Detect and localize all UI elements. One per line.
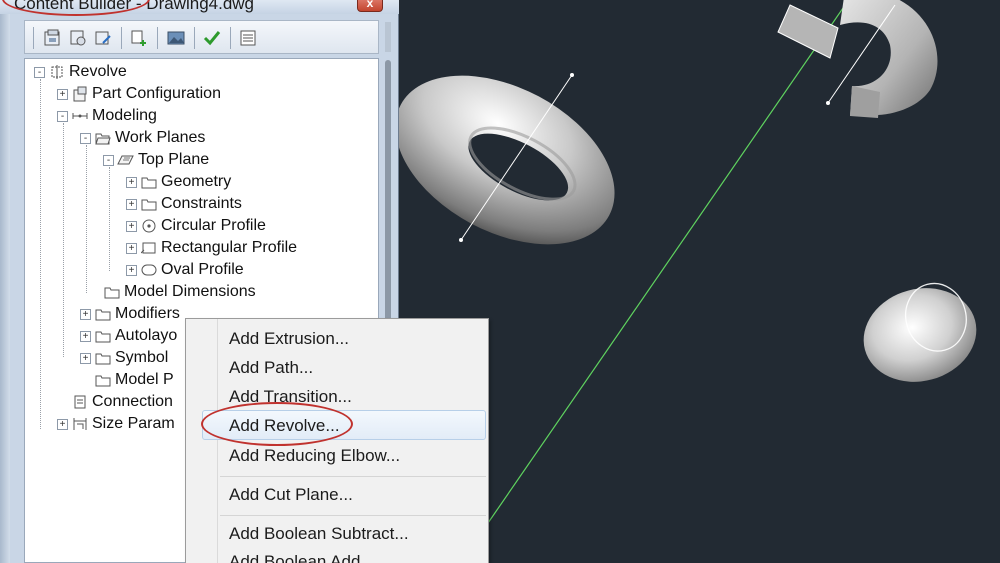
toolbar-separator	[121, 27, 122, 49]
tree-node-oval-profile[interactable]: + Oval Profile	[126, 260, 244, 280]
connection-icon	[71, 394, 89, 410]
folder-icon	[140, 174, 158, 190]
tree-node-geometry[interactable]: + Geometry	[126, 172, 231, 192]
collapse-toggle[interactable]: -	[34, 66, 45, 78]
menu-item-add-reducing-elbow[interactable]: Add Reducing Elbow...	[229, 446, 400, 466]
folder-icon	[94, 306, 112, 322]
rectangular-profile-icon	[140, 240, 158, 256]
expand-toggle[interactable]: +	[126, 176, 137, 188]
folder-icon	[140, 196, 158, 212]
tree-guide	[109, 167, 110, 271]
oval-profile-icon	[140, 262, 158, 278]
tree-node-size-params[interactable]: + Size Param	[57, 414, 175, 434]
tree-guide	[86, 145, 87, 293]
tree-label: Model P	[115, 371, 174, 388]
tree-node-modeling[interactable]: - Modeling	[57, 106, 157, 126]
toolbar	[24, 20, 379, 54]
tree-node-constraints[interactable]: + Constraints	[126, 194, 242, 214]
open-folder-icon	[94, 130, 112, 146]
folder-icon	[103, 284, 121, 300]
title-bar[interactable]: Content Builder - Drawing4.dwg x	[0, 0, 399, 16]
tree-label: Revolve	[69, 63, 127, 80]
tree-label: Symbol	[115, 349, 169, 366]
tree-label: Rectangular Profile	[161, 239, 298, 256]
add-icon[interactable]	[128, 27, 150, 49]
tree-node-modifiers[interactable]: + Modifiers	[80, 304, 180, 324]
part-properties-icon[interactable]	[42, 27, 64, 49]
image-icon[interactable]	[165, 27, 187, 49]
toolbar-separator	[157, 27, 158, 49]
expand-toggle[interactable]: +	[80, 352, 91, 364]
tree-node-top-plane[interactable]: - Top Plane	[103, 150, 209, 170]
tree-label: Geometry	[161, 173, 232, 190]
guide-line	[487, 0, 850, 524]
tree-node-rectangular-profile[interactable]: + Rectangular Profile	[126, 238, 297, 258]
tree-label: Circular Profile	[161, 217, 266, 234]
expand-toggle[interactable]: +	[57, 418, 68, 430]
modeling-icon	[71, 108, 89, 124]
toolbar-separator	[33, 27, 34, 49]
torus-model	[395, 75, 615, 245]
annotation-circle-revolve	[201, 402, 353, 446]
panel-edge	[0, 0, 10, 563]
collapse-toggle[interactable]: -	[57, 110, 68, 122]
tree-label: Connection	[92, 393, 173, 410]
tree-label: Modifiers	[115, 305, 180, 322]
size-params-icon	[71, 416, 89, 432]
part-config-icon	[71, 86, 89, 102]
folder-icon	[94, 372, 112, 388]
menu-item-add-extrusion[interactable]: Add Extrusion...	[229, 329, 349, 349]
validate-check-icon[interactable]	[201, 27, 223, 49]
tree-node-model-p[interactable]: Model P	[94, 370, 174, 390]
tree-node-circular-profile[interactable]: + Circular Profile	[126, 216, 266, 236]
menu-item-add-boolean-subtract[interactable]: Add Boolean Subtract...	[229, 524, 409, 544]
expand-toggle[interactable]: +	[80, 330, 91, 342]
scrollbar-track	[385, 22, 391, 52]
tree-node-part-configuration[interactable]: + Part Configuration	[57, 84, 221, 104]
list-icon[interactable]	[237, 27, 259, 49]
tree-label: Size Param	[92, 415, 175, 432]
tree-node-revolve[interactable]: - Revolve	[34, 62, 127, 82]
folder-icon	[94, 328, 112, 344]
tree-label: Constraints	[161, 195, 242, 212]
tree-node-work-planes[interactable]: - Work Planes	[80, 128, 205, 148]
expand-toggle[interactable]: +	[126, 198, 137, 210]
menu-item-add-cut-plane[interactable]: Add Cut Plane...	[229, 485, 353, 505]
tree-label: Autolayo	[115, 327, 178, 344]
tree-node-connection[interactable]: Connection	[71, 392, 173, 412]
circular-profile-icon	[140, 218, 158, 234]
expand-toggle[interactable]: +	[126, 220, 137, 232]
expand-toggle[interactable]: +	[126, 264, 137, 276]
folder-icon	[94, 350, 112, 366]
tree-label: Oval Profile	[161, 261, 244, 278]
edit-icon[interactable]	[92, 27, 114, 49]
menu-gutter	[217, 319, 218, 563]
expand-toggle[interactable]: +	[126, 242, 137, 254]
collapse-toggle[interactable]: -	[80, 132, 91, 144]
menu-separator	[220, 515, 486, 516]
revolve-icon	[48, 64, 66, 80]
cylinder-model	[863, 282, 977, 382]
toolbar-separator	[230, 27, 231, 49]
model-properties-icon[interactable]	[67, 27, 89, 49]
menu-separator	[220, 476, 486, 477]
tree-label: Model Dimensions	[124, 283, 256, 300]
collapse-toggle[interactable]: -	[103, 154, 114, 166]
tree-guide	[63, 123, 64, 357]
menu-item-add-boolean-add[interactable]: Add Boolean Add...	[229, 552, 375, 563]
tree-node-autolayout[interactable]: + Autolayo	[80, 326, 177, 346]
tree-label: Modeling	[92, 107, 157, 124]
menu-item-add-path[interactable]: Add Path...	[229, 358, 313, 378]
expand-toggle[interactable]: +	[57, 88, 68, 100]
tree-label: Top Plane	[138, 151, 210, 168]
tree-node-symbol[interactable]: + Symbol	[80, 348, 168, 368]
tree-label: Part Configuration	[92, 85, 221, 102]
tree-guide	[40, 79, 41, 429]
toolbar-separator	[194, 27, 195, 49]
work-plane-icon	[117, 152, 135, 168]
close-button[interactable]: x	[357, 0, 383, 12]
expand-toggle[interactable]: +	[80, 308, 91, 320]
tree-node-model-dimensions[interactable]: Model Dimensions	[103, 282, 256, 302]
tree-label: Work Planes	[115, 129, 206, 146]
